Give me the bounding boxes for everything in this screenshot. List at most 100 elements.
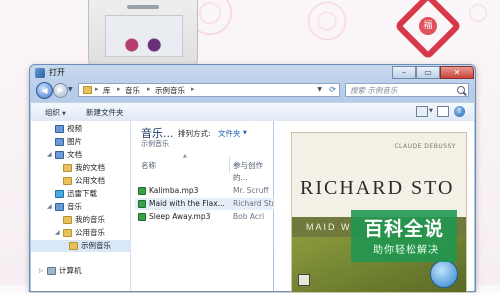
folder-icon [63,216,72,224]
folder-icon [63,164,72,172]
search-icon[interactable] [457,86,465,94]
nav-item-public-music[interactable]: ◢ 公用音乐 [31,227,130,239]
audio-file-icon [138,187,146,195]
nav-item-videos[interactable]: 视频 [31,123,130,135]
nav-item-label: 公用文档 [75,176,105,185]
help-icon[interactable]: ? [454,106,465,117]
organize-label: 组织 [45,108,60,117]
chevron-down-icon: ▼ [62,111,66,117]
expand-arrow-icon[interactable]: ◢ [47,201,52,213]
nav-item-computer[interactable]: ▷ 计算机 [31,265,130,277]
file-artist: Bob Acri [233,212,265,221]
audio-file-icon [138,200,146,208]
album-artist: RICHARD STO [300,177,455,199]
album-band-text: MAID W [306,222,352,232]
nav-item-label: 视频 [67,124,82,133]
nav-item-label: 图片 [67,137,82,146]
file-list-pane: 音乐... 示例音乐 排列方式: 文件夹 ▼ ▲ 名称 参与创作的... Kal… [131,121,277,291]
album-composer: CLAUDE DEBUSSY [394,143,456,150]
refresh-icon[interactable]: ⟳ [329,85,336,94]
window-icon [35,68,45,78]
history-dropdown-icon[interactable]: ▼ [68,86,73,93]
chevron-down-icon[interactable]: ▼ [243,130,247,136]
music-library-icon [55,203,64,211]
column-header-contributing-artists[interactable]: 参与创作的... [233,160,273,182]
maximize-button[interactable]: ▭ [416,66,440,79]
address-dropdown-icon[interactable]: ▼ [317,86,322,93]
expand-arrow-icon[interactable]: ▷ [39,265,44,277]
play-disc-icon[interactable] [430,260,458,288]
nav-item-documents[interactable]: ◢ 文档 [31,149,130,161]
nav-item-my-documents[interactable]: 我的文档 [31,162,130,174]
breadcrumb-separator-icon[interactable]: ▸ [117,85,121,93]
address-bar[interactable]: ▸ 库 ▸ 音乐 ▸ 示例音乐 ▸ ▼ ⟳ [78,83,340,97]
breadcrumb-separator-icon[interactable]: ▸ [147,85,151,93]
watermark-title: 百科全说 [364,218,445,240]
nav-item-music[interactable]: ◢ 音乐 [31,201,130,213]
view-options-icon[interactable] [416,106,428,117]
column-divider[interactable] [229,157,230,173]
folder-icon [63,177,72,185]
breadcrumb-sample-music[interactable]: 示例音乐 [155,85,185,96]
nav-item-label: 音乐 [67,202,82,211]
column-header-name[interactable]: 名称 [141,160,156,172]
firework-decoration [455,0,500,36]
file-artist: Richard Sto [233,199,277,208]
nav-item-label: 我的音乐 [75,215,105,224]
nav-item-label: 示例音乐 [81,241,111,250]
library-subtitle: 示例音乐 [141,140,169,148]
nav-item-thunder-downloads[interactable]: 迅雷下载 [31,188,130,200]
label-logo-icon [298,274,310,286]
organize-menu[interactable]: 组织 ▼ [45,107,66,118]
thunder-icon [55,190,64,198]
forward-button[interactable]: ▶ [53,83,68,98]
arrange-by-label: 排列方式: [178,129,211,138]
search-placeholder: 搜索 示例音乐 [350,86,398,95]
nav-item-label: 计算机 [59,266,82,275]
library-folder-icon [83,86,92,94]
nav-item-sample-music[interactable]: 示例音乐 [31,240,130,252]
chevron-down-icon[interactable]: ▼ [429,108,433,114]
window-title: 打开 [49,68,65,77]
close-button[interactable]: ✕ [440,66,474,79]
expand-arrow-icon[interactable]: ◢ [55,227,60,239]
chinese-knot-center: 福 [419,17,437,35]
phone-speaker [127,5,159,9]
audio-file-icon [138,213,146,221]
computer-icon [47,267,56,275]
nav-item-label: 文档 [67,150,82,159]
arrange-by-dropdown[interactable]: 文件夹 [218,128,241,139]
file-row[interactable]: Maid with the Flax... Richard Sto [135,198,277,210]
search-input[interactable]: 搜索 示例音乐 [345,83,469,97]
nav-item-public-documents[interactable]: 公用文档 [31,175,130,187]
file-artist: Mr. Scruff [233,186,269,195]
expand-arrow-icon[interactable]: ◢ [47,149,52,161]
pictures-library-icon [55,138,64,146]
breadcrumb-library[interactable]: 库 [103,85,111,96]
breadcrumb-separator-icon[interactable]: ▸ [95,85,99,93]
watermark-subtitle: 助你轻松解决 [373,245,439,256]
nav-item-label: 公用音乐 [75,228,105,237]
nav-item-pictures[interactable]: 图片 [31,136,130,148]
file-name: Maid with the Flax... [149,199,225,208]
folder-icon [69,242,78,250]
file-name: Sleep Away.mp3 [149,212,211,221]
breadcrumb-music[interactable]: 音乐 [125,85,140,96]
sort-indicator-icon: ▲ [183,153,187,159]
watermark-badge: 百科全说 助你轻松解决 [351,210,457,262]
phone-screen-content [115,37,171,53]
documents-library-icon [55,151,64,159]
folder-icon [63,229,72,237]
titlebar: 打开 – ▭ ✕ [30,65,475,81]
command-toolbar: 组织 ▼ 新建文件夹 ▼ ? [31,102,474,122]
preview-pane-toggle-icon[interactable] [437,106,449,117]
nav-item-label: 我的文档 [75,163,105,172]
minimize-button[interactable]: – [392,66,416,79]
file-row[interactable]: Sleep Away.mp3 Bob Acri [135,211,277,223]
breadcrumb-separator-icon[interactable]: ▸ [191,85,195,93]
back-button[interactable]: ◀ [36,82,53,99]
file-row[interactable]: Kalimba.mp3 Mr. Scruff [135,185,277,197]
file-name: Kalimba.mp3 [149,186,199,195]
nav-item-my-music[interactable]: 我的音乐 [31,214,130,226]
new-folder-button[interactable]: 新建文件夹 [86,107,124,118]
